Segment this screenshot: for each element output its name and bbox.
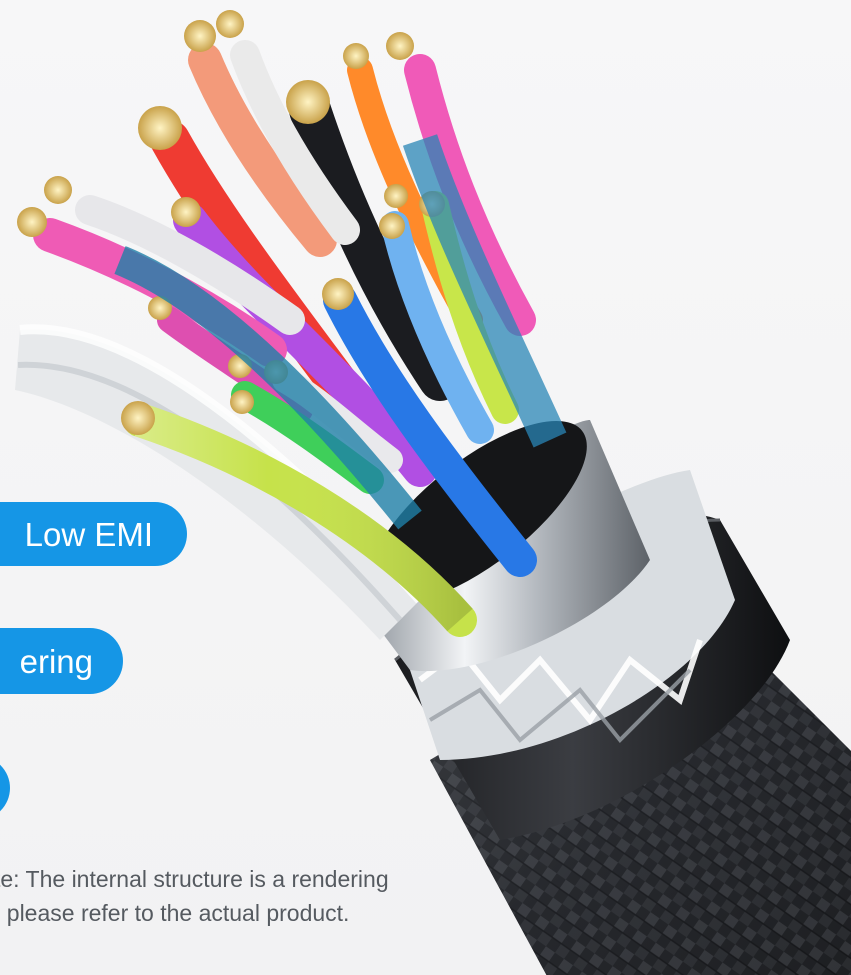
feature-badge-rendering: ering	[0, 628, 123, 694]
disclaimer-line-2: , please refer to the actual product.	[0, 900, 350, 926]
product-banner: Low EMI ering te: The internal structure…	[0, 0, 851, 975]
feature-badge-label: ering	[19, 642, 93, 680]
feature-badge-label: Low EMI	[24, 515, 153, 553]
disclaimer-line-1: te: The internal structure is a renderin…	[0, 866, 389, 892]
disclaimer-note: te: The internal structure is a renderin…	[0, 862, 389, 930]
feature-badge-low-emi: Low EMI	[0, 502, 187, 566]
cable-illustration	[15, 10, 851, 975]
